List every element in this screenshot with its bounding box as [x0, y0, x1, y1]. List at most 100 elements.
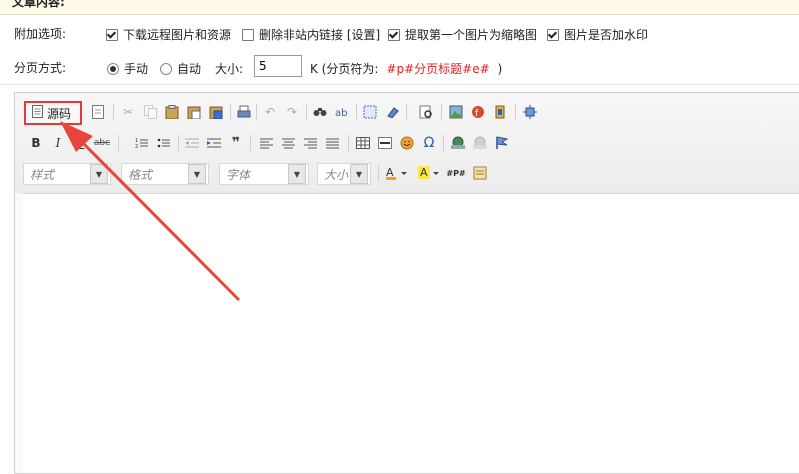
- thumbnail-checkbox[interactable]: [388, 28, 400, 41]
- thumbnail-option[interactable]: 提取第一个图片为缩略图: [388, 26, 537, 43]
- paste-text-icon[interactable]: [185, 103, 203, 121]
- paging-unit-suffix: ): [497, 61, 503, 76]
- remove-format-icon[interactable]: [383, 103, 401, 121]
- undo-icon[interactable]: ↶: [261, 103, 279, 121]
- pagebreak-icon[interactable]: #P#: [446, 164, 465, 182]
- image-icon[interactable]: [447, 103, 465, 121]
- watermark-option[interactable]: 图片是否加水印: [547, 26, 648, 43]
- chevron-down-icon: ▼: [188, 164, 206, 184]
- smiley-icon[interactable]: [398, 134, 416, 152]
- toolbar-separator: [230, 104, 231, 120]
- download-remote-checkbox[interactable]: [106, 28, 118, 41]
- paging-auto-label: 自动: [177, 62, 202, 76]
- underline-icon[interactable]: U: [71, 134, 89, 152]
- watermark-checkbox[interactable]: [547, 28, 559, 41]
- select-all-icon[interactable]: [361, 103, 379, 121]
- size-select[interactable]: 大小 ▼: [317, 163, 371, 185]
- editor-content-area[interactable]: [23, 193, 799, 473]
- download-remote-option[interactable]: 下载远程图片和资源: [106, 26, 231, 43]
- font-select[interactable]: 字体 ▼: [219, 163, 309, 185]
- paging-separator-code: #p#分页标题#e#: [386, 62, 490, 76]
- paste-icon[interactable]: [163, 103, 181, 121]
- find-icon[interactable]: [311, 103, 329, 121]
- print-icon[interactable]: [235, 103, 253, 121]
- indent-icon[interactable]: [205, 134, 223, 152]
- toolbar-separator: [515, 104, 516, 120]
- section-header: 文章内容:: [0, 0, 799, 15]
- source-button-label: 源码: [47, 106, 72, 121]
- copy-icon[interactable]: [141, 103, 159, 121]
- style-select[interactable]: 样式 ▼: [23, 163, 111, 185]
- svg-text:A: A: [420, 166, 428, 179]
- paging-manual-radio[interactable]: [107, 62, 119, 75]
- horizontal-rule-icon[interactable]: [376, 134, 394, 152]
- page-size-input[interactable]: [254, 55, 302, 77]
- template-icon[interactable]: [471, 164, 489, 182]
- special-char-icon[interactable]: Ω: [420, 134, 438, 152]
- background-color-icon[interactable]: A: [417, 164, 443, 182]
- editor-toolbar: 源码 ✂ ↶ ↷ ab f B I U abc 1 2 ❞ Ω 样式 ▼ 格式 …: [15, 93, 799, 193]
- format-select[interactable]: 格式 ▼: [121, 163, 209, 185]
- preview-icon[interactable]: [417, 103, 435, 121]
- redo-icon[interactable]: ↷: [283, 103, 301, 121]
- numbered-list-icon[interactable]: 12: [133, 134, 151, 152]
- options-label: 附加选项:: [14, 27, 67, 41]
- toolbar-separator: [406, 104, 407, 120]
- size-label: 大小:: [215, 62, 244, 76]
- bold-icon[interactable]: B: [27, 134, 45, 152]
- format-select-value: 格式: [128, 167, 153, 182]
- blockquote-icon[interactable]: ❞: [227, 134, 245, 152]
- source-button[interactable]: 源码: [24, 101, 82, 125]
- toolbar-separator: [441, 104, 442, 120]
- text-color-icon[interactable]: A: [385, 164, 411, 182]
- content-label: 文章内容:: [12, 0, 65, 9]
- strikethrough-icon[interactable]: abc: [93, 134, 111, 152]
- toolbar-separator: [348, 135, 349, 151]
- watermark-label: 图片是否加水印: [564, 28, 649, 42]
- align-right-icon[interactable]: [301, 134, 319, 152]
- size-select-value: 大小: [324, 167, 349, 182]
- align-left-icon[interactable]: [257, 134, 275, 152]
- font-select-value: 字体: [226, 167, 251, 182]
- paging-auto-option[interactable]: 自动: [160, 60, 201, 77]
- bullet-list-icon[interactable]: [155, 134, 173, 152]
- remove-links-label: 删除非站内链接 [设置]: [259, 28, 381, 42]
- style-select-value: 样式: [30, 167, 55, 182]
- download-remote-label: 下载远程图片和资源: [123, 28, 232, 42]
- anchor-flag-icon[interactable]: [493, 134, 511, 152]
- paging-manual-label: 手动: [124, 62, 149, 76]
- paging-auto-radio[interactable]: [160, 62, 172, 75]
- remove-links-checkbox[interactable]: [242, 28, 254, 41]
- options-row: 附加选项: 下载远程图片和资源 删除非站内链接 [设置] 提取第一个图片为缩略图…: [0, 16, 799, 51]
- source-doc-icon: [32, 105, 43, 121]
- unlink-icon[interactable]: [471, 134, 489, 152]
- new-page-icon[interactable]: [89, 103, 107, 121]
- align-center-icon[interactable]: [279, 134, 297, 152]
- flash-icon[interactable]: f: [469, 103, 487, 121]
- table-icon[interactable]: [354, 134, 372, 152]
- justify-icon[interactable]: [323, 134, 341, 152]
- paging-unit-prefix: K (分页符为:: [310, 62, 379, 76]
- italic-icon[interactable]: I: [49, 134, 67, 152]
- toolbar-separator: [250, 135, 251, 151]
- paging-hint: K (分页符为: #p#分页标题#e# ): [310, 60, 502, 77]
- replace-icon[interactable]: ab: [333, 103, 351, 121]
- toolbar-separator: [118, 135, 119, 151]
- toolbar-separator: [443, 135, 444, 151]
- remove-links-option[interactable]: 删除非站内链接 [设置]: [242, 26, 380, 43]
- cut-icon[interactable]: ✂: [119, 103, 137, 121]
- outdent-icon[interactable]: [183, 134, 201, 152]
- toolbar-separator: [378, 165, 379, 181]
- media-icon[interactable]: [491, 103, 509, 121]
- toolbar-separator: [256, 104, 257, 120]
- toolbar-separator: [356, 104, 357, 120]
- maximize-icon[interactable]: [521, 103, 539, 121]
- paging-manual-option[interactable]: 手动: [107, 60, 148, 77]
- toolbar-separator: [178, 135, 179, 151]
- thumbnail-label: 提取第一个图片为缩略图: [405, 28, 538, 42]
- link-icon[interactable]: [449, 134, 467, 152]
- svg-text:ab: ab: [335, 108, 347, 119]
- svg-text:2: 2: [135, 144, 138, 149]
- toolbar-separator: [306, 104, 307, 120]
- paste-word-icon[interactable]: [207, 103, 225, 121]
